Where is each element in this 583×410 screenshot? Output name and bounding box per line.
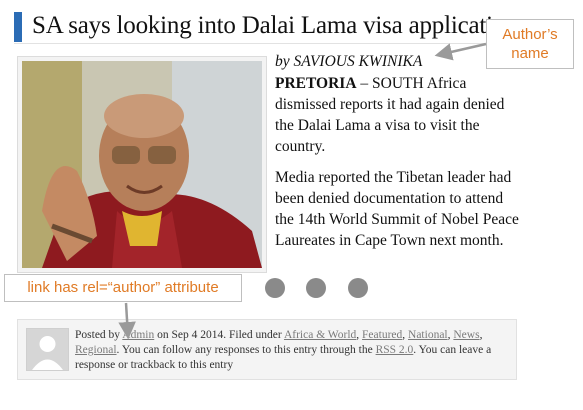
- follow-text: . You can follow any responses to this e…: [116, 344, 376, 356]
- dateline-dash: –: [356, 75, 373, 92]
- avatar-placeholder-icon: [26, 328, 69, 371]
- category-link-national[interactable]: National: [408, 329, 448, 341]
- category-link-featured[interactable]: Featured: [362, 329, 402, 341]
- category-link-news[interactable]: News: [453, 329, 479, 341]
- category-link-regional[interactable]: Regional: [75, 344, 117, 356]
- article-paragraph-2: Media reported the Tibetan leader had be…: [275, 169, 519, 249]
- title-accent-bar: [14, 12, 22, 42]
- title-divider: [14, 43, 566, 44]
- article-dateline: PRETORIA: [275, 75, 357, 92]
- author-link[interactable]: Admin: [122, 329, 154, 341]
- article-paragraph-1: PRETORIA – SOUTH Africa dismissed report…: [275, 73, 525, 157]
- arrow-annotation-icon: [434, 42, 487, 61]
- author-name-callout: Author’s name: [486, 19, 574, 69]
- rel-author-callout: link has rel=“author” attribute: [4, 274, 242, 302]
- post-meta-box: Posted by Admin on Sep 4 2014. Filed und…: [17, 319, 517, 380]
- slide-dot-3[interactable]: [348, 278, 368, 298]
- rss-link[interactable]: RSS 2.0: [376, 344, 414, 356]
- author-byline: by SAVIOUS KWINIKA: [275, 53, 423, 70]
- category-link-africa-world[interactable]: Africa & World: [284, 329, 356, 341]
- article-body: PRETORIA – SOUTH Africa dismissed report…: [275, 73, 525, 261]
- post-meta-text: Posted by Admin on Sep 4 2014. Filed und…: [75, 329, 492, 371]
- article-photo-frame: [17, 56, 267, 273]
- posted-by-label: Posted by: [75, 329, 123, 341]
- article-photo: [22, 61, 262, 268]
- slide-dot-1[interactable]: [265, 278, 285, 298]
- slide-dot-2[interactable]: [306, 278, 326, 298]
- article-title[interactable]: SA says looking into Dalai Lama visa app…: [32, 10, 518, 42]
- post-date-text: on Sep 4 2014. Filed under: [154, 329, 284, 341]
- photo-illustration: [22, 61, 262, 268]
